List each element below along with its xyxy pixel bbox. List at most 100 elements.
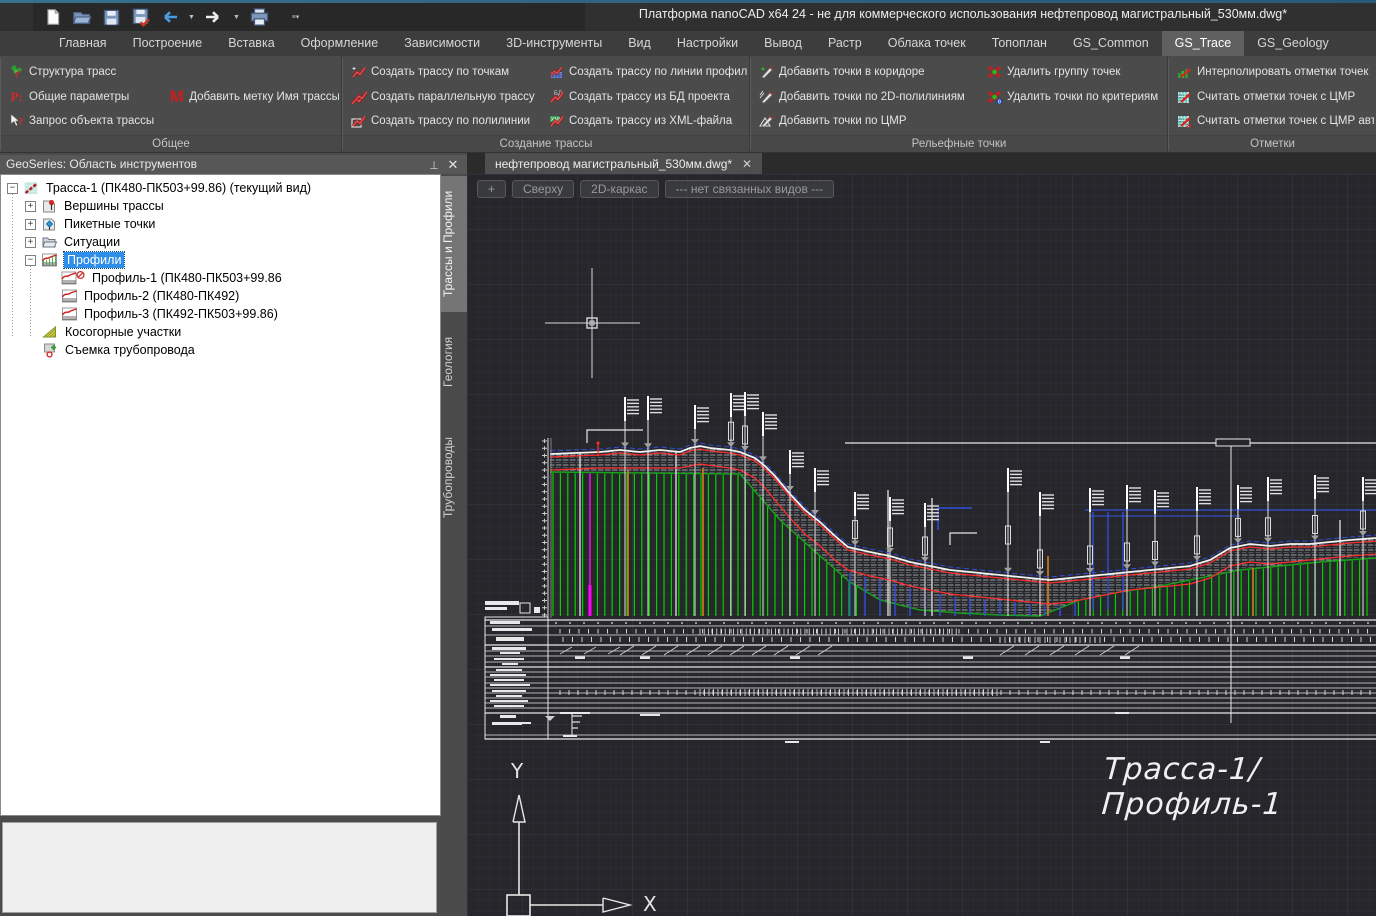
tab-zavisimosti[interactable]: Зависимости (391, 31, 493, 56)
undo-dropdown-icon[interactable]: ▼ (187, 6, 196, 28)
close-icon[interactable]: ✕ (446, 158, 460, 172)
button-label: Считать отметки точек с ЦМР авто (1197, 115, 1374, 127)
pin-icon[interactable]: ⊥ (427, 159, 441, 173)
profile-icon (61, 306, 79, 322)
interpolate-point-marks-button[interactable]: Интерполировать отметки точек (1172, 61, 1374, 83)
corridor-pen-icon (758, 64, 775, 81)
open-file-icon[interactable] (71, 6, 93, 28)
tree-item-pickets[interactable]: + Пикетные точки (1, 215, 440, 233)
expand-icon[interactable]: + (25, 219, 36, 230)
add-points-by-dem-button[interactable]: Добавить точки по ЦМР (754, 110, 976, 132)
read-marks-from-dem-button[interactable]: Считать отметки точек с ЦМР (1172, 86, 1374, 108)
tree-item-track-1[interactable]: − Трасса-1 (ПК480-ПК503+99.86) (текущий … (1, 179, 440, 197)
tab-rastr[interactable]: Растр (815, 31, 875, 56)
tab-nastroyki[interactable]: Настройки (664, 31, 751, 56)
create-track-from-xml-button[interactable]: XML Создать трассу из XML-файла (544, 110, 747, 132)
viewport-controls: + Сверху 2D-каркас --- нет связанных вид… (477, 180, 834, 198)
delete-points-by-criteria-button[interactable]: 0 Удалить точки по критериям (982, 86, 1162, 108)
ucs-x-label: X (643, 892, 657, 916)
button-label: Запрос объекта трассы (29, 115, 154, 127)
redo-icon[interactable] (203, 6, 225, 28)
tab-topoplan[interactable]: Топоплан (979, 31, 1060, 56)
tab-3d-instrumenty[interactable]: 3D-инструменты (493, 31, 615, 56)
tool-panel-header: GeoSeries: Область инструментов ⊥ ✕ (0, 155, 467, 174)
redo-dropdown-icon[interactable]: ▼ (232, 6, 241, 28)
tree-item-pipeline-survey[interactable]: Съемка трубопровода (1, 341, 440, 359)
create-track-by-polyline-button[interactable]: Создать трассу по полилинии (346, 110, 538, 132)
drawing-window: нефтепровод магистральный_530мм.dwg* ✕ (467, 153, 1376, 916)
create-track-by-points-button[interactable]: Создать трассу по точкам (346, 61, 538, 83)
ribbon-tab-bar: Главная Построение Вставка Оформление За… (0, 31, 1376, 56)
viewport-linked-views-button[interactable]: --- нет связанных видов --- (665, 180, 835, 198)
tab-glavnaya[interactable]: Главная (46, 31, 120, 56)
structure-tracks-button[interactable]: Структура трасс (4, 61, 158, 83)
undo-icon[interactable] (158, 6, 180, 28)
tab-vid[interactable]: Вид (615, 31, 664, 56)
add-points-in-corridor-button[interactable]: Добавить точки в коридоре (754, 61, 976, 83)
expand-icon[interactable]: + (25, 237, 36, 248)
group-caption-common: Общее (1, 135, 341, 152)
document-close-icon[interactable]: ✕ (742, 157, 752, 171)
tree-item-slope-sections[interactable]: Косогорные участки (1, 323, 440, 341)
pickets-icon (41, 216, 59, 232)
expand-icon[interactable]: + (25, 201, 36, 212)
xml-track-icon: XML (548, 113, 565, 130)
tree-item-situations[interactable]: + Ситуации (1, 233, 440, 251)
document-tab-label: нефтепровод магистральный_530мм.dwg* (495, 157, 732, 171)
delete-point-group-button[interactable]: Удалить группу точек (982, 61, 1162, 83)
tab-gs-common[interactable]: GS_Common (1060, 31, 1162, 56)
tab-oformlenie[interactable]: Оформление (288, 31, 392, 56)
track-points-icon (350, 64, 367, 81)
side-tab-tracks-profiles[interactable]: Трассы и Профили (441, 176, 467, 312)
save-icon[interactable] (100, 6, 122, 28)
create-track-by-profile-line-button[interactable]: Создать трассу по линии профиля (544, 61, 747, 83)
collapse-icon[interactable]: − (25, 255, 36, 266)
dem-marks-auto-icon: a (1176, 113, 1193, 130)
svg-text:0: 0 (998, 99, 1001, 104)
side-tab-geology[interactable]: Геология (441, 326, 467, 398)
create-track-from-db-button[interactable]: БД Создать трассу из БД проекта (544, 86, 747, 108)
query-track-object-button[interactable]: ? Запрос объекта трассы (4, 110, 158, 132)
window-title: Платформа nanoCAD x64 24 - не для коммер… (560, 7, 1366, 21)
tab-gs-trace[interactable]: GS_Trace (1162, 31, 1245, 56)
tree-item-profile-1[interactable]: Профиль-1 (ПК480-ПК503+99.86 (1, 269, 440, 287)
button-label: Создать трассу из XML-файла (569, 115, 732, 127)
toolbar-options-icon[interactable]: ≡▾ (291, 6, 300, 28)
common-params-button[interactable]: P: Общие параметры (4, 86, 158, 108)
add-points-by-2d-polylines-button[interactable]: Добавить точки по 2D-полилиниям (754, 86, 976, 108)
svg-text:?: ? (18, 116, 24, 128)
group-caption-marks: Отметки (1169, 135, 1376, 152)
tree-item-vertices[interactable]: + Вершины трассы (1, 197, 440, 215)
tab-postroenie[interactable]: Построение (120, 31, 216, 56)
tree-item-profile-2[interactable]: Профиль-2 (ПК480-ПК492) (1, 287, 440, 305)
tab-vstavka[interactable]: Вставка (215, 31, 287, 56)
save-as-icon[interactable] (129, 6, 151, 28)
viewport-visual-style-button[interactable]: 2D-каркас (580, 180, 658, 198)
tree-item-label: Профили (64, 252, 124, 268)
collapse-icon[interactable]: − (7, 183, 18, 194)
tree-item-profile-3[interactable]: Профиль-3 (ПК492-ПК503+99.86) (1, 305, 440, 323)
situations-folder-icon (41, 234, 59, 250)
side-tab-pipelines[interactable]: Трубопроводы (441, 426, 467, 530)
add-track-name-label-button[interactable]: M Добавить метку Имя трассы (164, 86, 339, 108)
svg-text:a: a (1186, 121, 1191, 129)
title-bar: ▼ ▼ ≡▾ Платформа nanoCAD x64 24 - не для… (0, 0, 1376, 31)
tab-oblaka-tochek[interactable]: Облака точек (875, 31, 979, 56)
tab-gs-geology[interactable]: GS_Geology (1244, 31, 1342, 56)
drawing-canvas[interactable]: + Сверху 2D-каркас --- нет связанных вид… (467, 174, 1376, 916)
read-marks-from-dem-auto-button[interactable]: a Считать отметки точек с ЦМР авто (1172, 110, 1374, 132)
track-tree[interactable]: − Трасса-1 (ПК480-ПК503+99.86) (текущий … (0, 174, 441, 816)
viewport-add-button[interactable]: + (477, 180, 506, 198)
button-label: Добавить метку Имя трассы (189, 91, 339, 103)
tree-item-label: Ситуации (64, 235, 120, 249)
print-icon[interactable] (248, 6, 270, 28)
document-tab[interactable]: нефтепровод магистральный_530мм.dwg* ✕ (485, 153, 762, 174)
viewport-view-button[interactable]: Сверху (512, 180, 574, 198)
new-file-icon[interactable] (42, 6, 64, 28)
dem-marks-icon (1176, 88, 1193, 105)
tree-item-profiles[interactable]: − Профили (1, 251, 440, 269)
tab-vyvod[interactable]: Вывод (751, 31, 815, 56)
button-label: Создать трассу по полилинии (371, 115, 530, 127)
tree-item-label: Съемка трубопровода (65, 343, 195, 357)
create-parallel-track-button[interactable]: Создать параллельную трассу (346, 86, 538, 108)
